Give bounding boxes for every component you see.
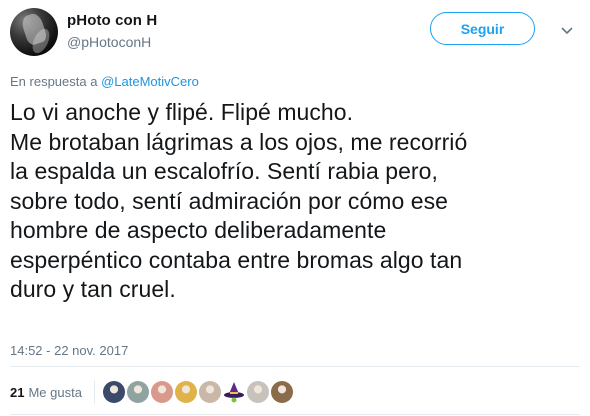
author-avatar[interactable] bbox=[10, 8, 58, 56]
liker-avatar-7[interactable] bbox=[246, 381, 269, 403]
tweet-text-line: sobre todo, sentí admiración por cómo es… bbox=[10, 187, 449, 214]
tweet-text-line: esperpéntico contaba entre bromas algo t… bbox=[10, 246, 463, 273]
liker-avatar-6-witch-hat[interactable] bbox=[223, 381, 245, 403]
author-handle[interactable]: @pHotoconH bbox=[67, 34, 151, 50]
reply-context: En respuesta a @LateMotivCero bbox=[10, 74, 199, 89]
follow-button-label: Seguir bbox=[460, 20, 505, 37]
tweet-text-line: hombre de aspecto deliberadamente bbox=[10, 217, 387, 243]
tweet-text-line: la espalda un escalofrío. Sentí rabia pe… bbox=[10, 158, 438, 184]
tweet-text: Lo vi anoche y flipé. Flipé mucho. Me br… bbox=[10, 98, 585, 305]
divider bbox=[10, 366, 580, 367]
stats-separator bbox=[93, 380, 95, 404]
tweet-header: pHoto con H @pHotoconH Seguir bbox=[0, 0, 590, 64]
likers-avatars bbox=[102, 381, 295, 403]
liker-avatar-4[interactable] bbox=[174, 381, 197, 403]
tweet-text-line: duro y tan cruel. bbox=[10, 276, 176, 302]
reply-prefix: En respuesta a bbox=[10, 74, 98, 89]
liker-avatar-1[interactable] bbox=[102, 381, 125, 403]
liker-avatar-5[interactable] bbox=[198, 381, 221, 403]
divider bbox=[10, 414, 580, 415]
chevron-down-icon[interactable] bbox=[561, 25, 573, 37]
author-display-name[interactable]: pHoto con H bbox=[67, 12, 157, 29]
reply-mention-link[interactable]: @LateMotivCero bbox=[101, 74, 199, 89]
follow-button[interactable]: Seguir bbox=[430, 12, 535, 45]
tweet-timestamp[interactable]: 14:52 - 22 nov. 2017 bbox=[10, 343, 128, 358]
likes-count[interactable]: 21 bbox=[10, 385, 24, 400]
likes-label[interactable]: Me gusta bbox=[28, 385, 81, 400]
tweet-stats: 21 Me gusta bbox=[10, 380, 295, 404]
liker-avatar-3[interactable] bbox=[150, 381, 173, 403]
tweet-text-line: Me brotaban lágrimas a los ojos, me reco… bbox=[10, 128, 468, 155]
liker-avatar-2[interactable] bbox=[126, 381, 149, 403]
tweet-text-line: Lo vi anoche y flipé. Flipé mucho. bbox=[10, 99, 354, 125]
liker-avatar-8[interactable] bbox=[270, 381, 293, 403]
tweet-card: pHoto con H @pHotoconH Seguir En respues… bbox=[0, 0, 590, 416]
